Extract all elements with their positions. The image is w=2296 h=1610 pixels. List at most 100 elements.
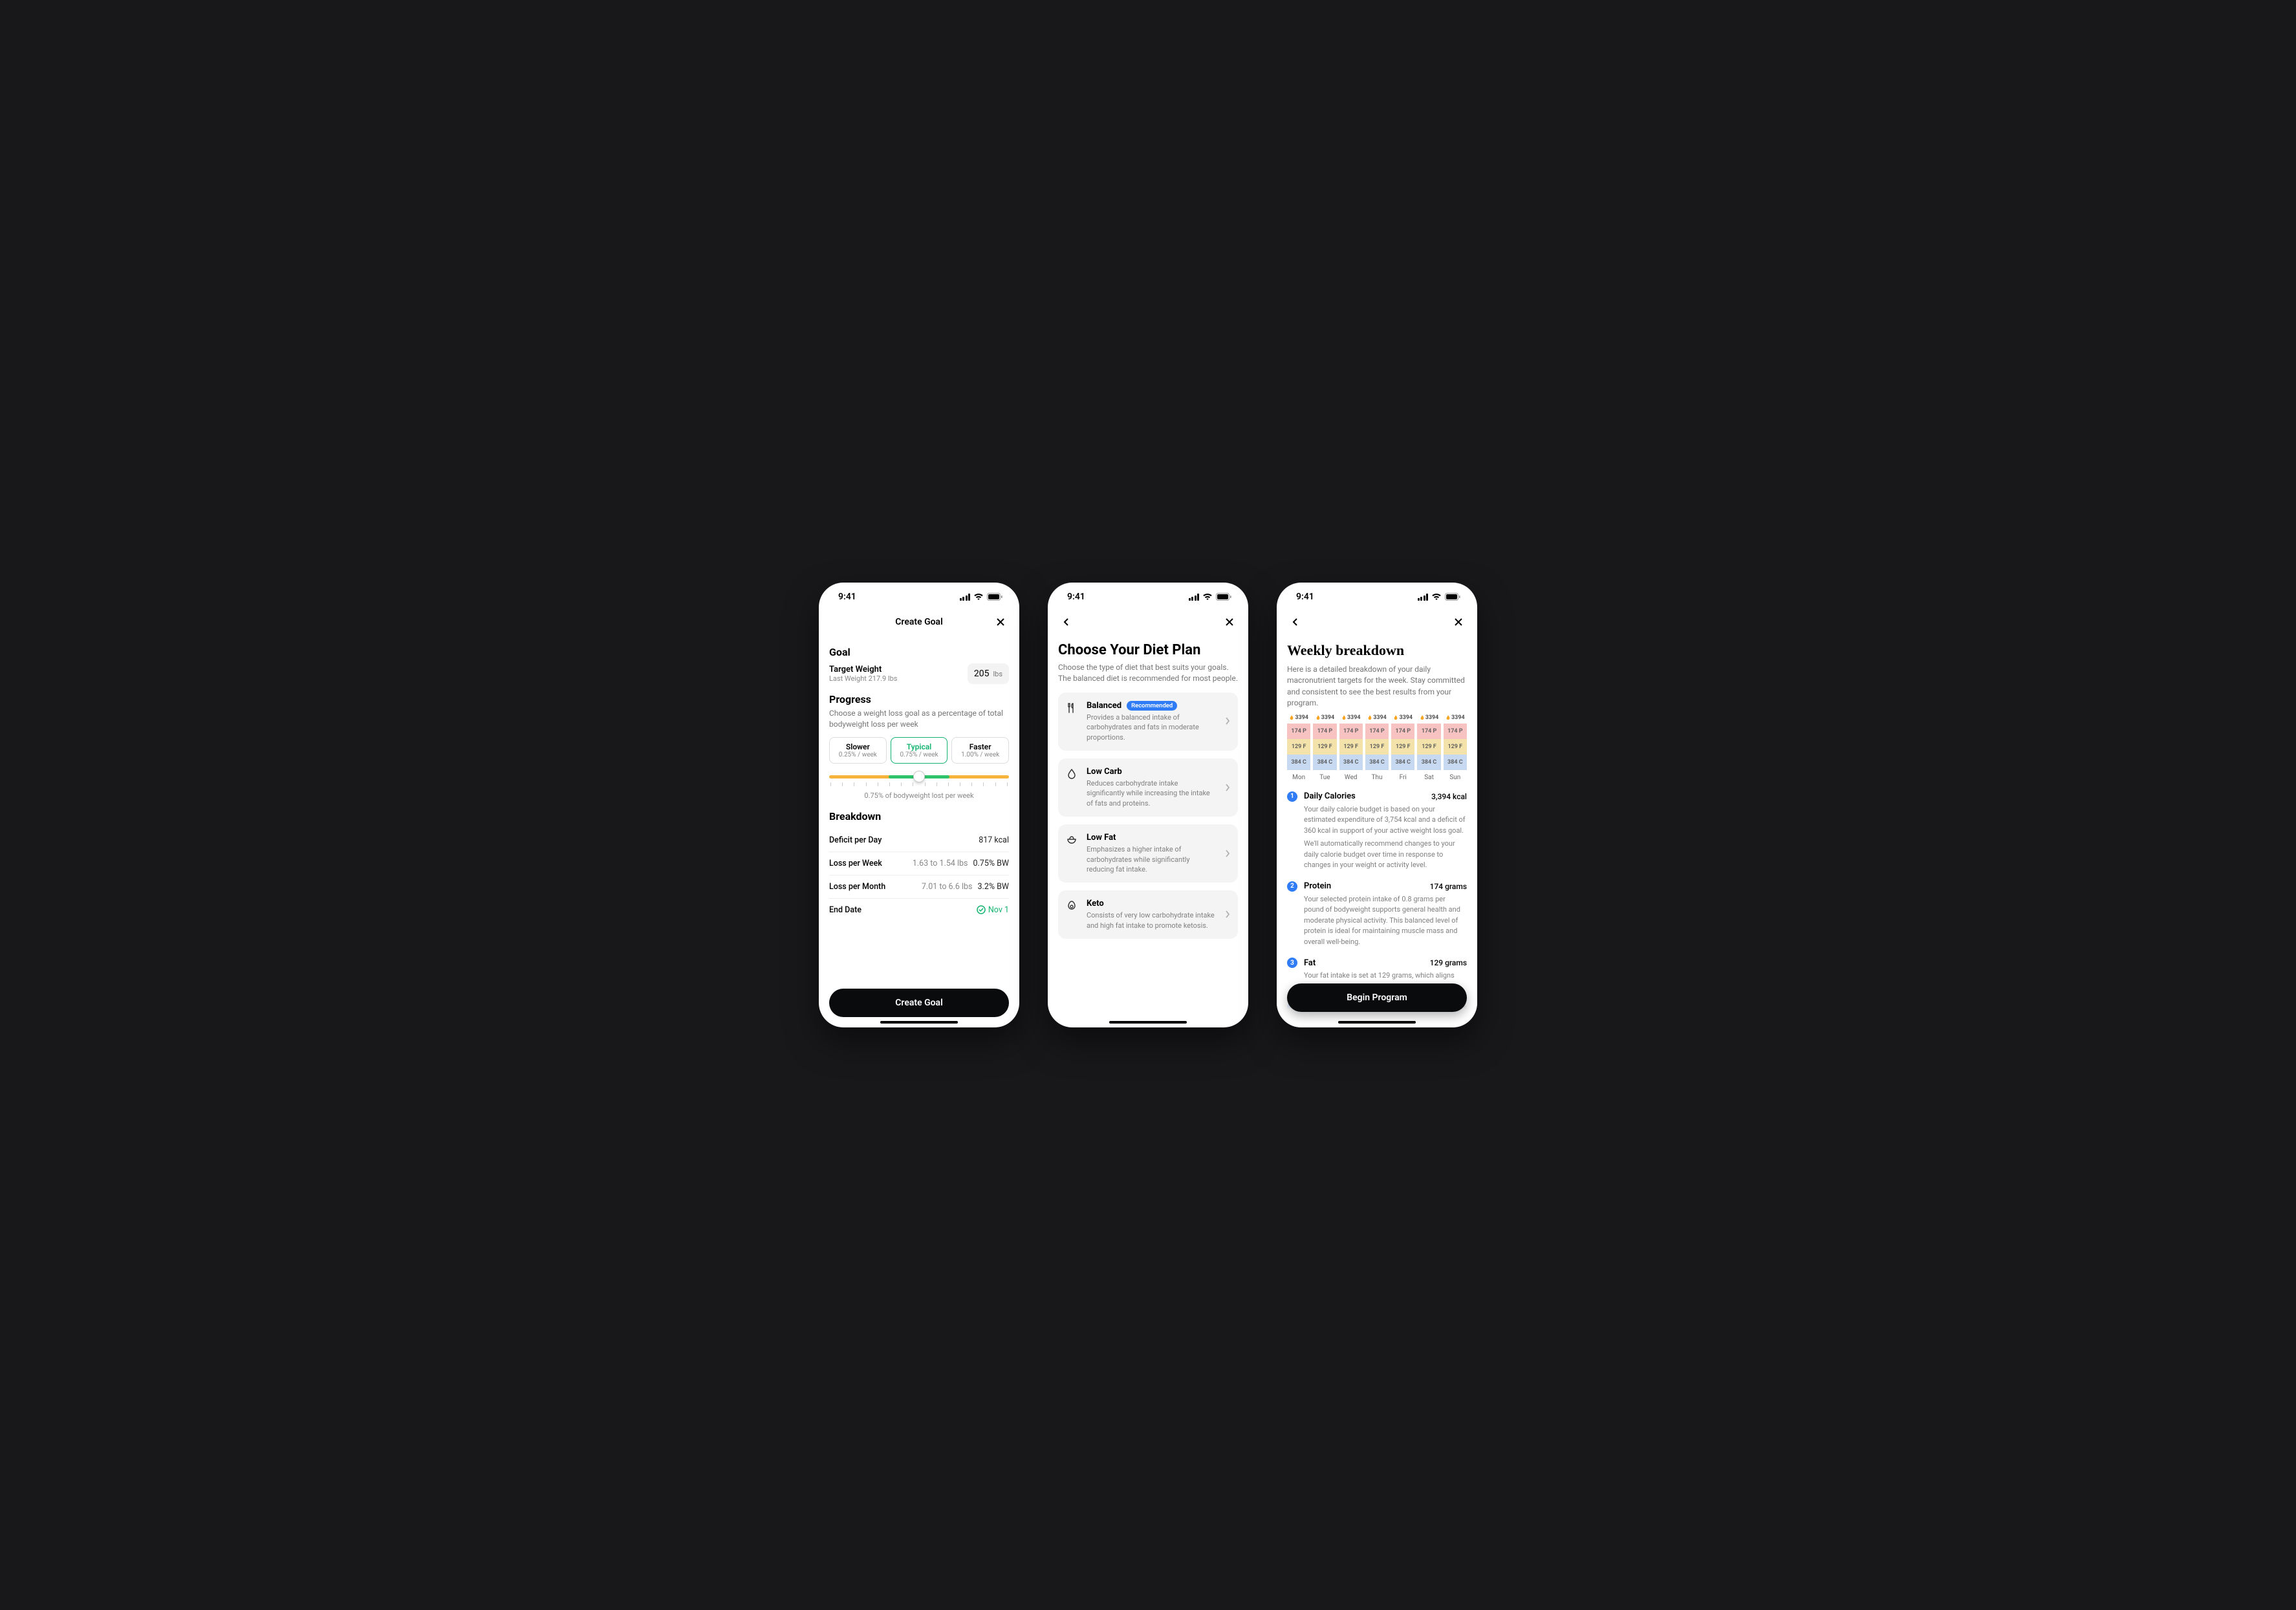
status-time: 9:41	[838, 592, 856, 602]
page-title: Choose Your Diet Plan	[1058, 642, 1238, 658]
day-label: Tue	[1319, 774, 1330, 781]
status-time: 9:41	[1067, 592, 1085, 602]
home-indicator	[880, 1021, 958, 1024]
begin-program-button[interactable]: Begin Program	[1287, 983, 1467, 1012]
fat-cell: 129 F	[1287, 739, 1310, 755]
segment-slower[interactable]: Slower 0.25% / week	[829, 737, 887, 764]
detail-item-protein: 2Protein174 gramsYour selected protein i…	[1287, 881, 1467, 948]
wifi-icon	[973, 593, 984, 601]
plan-low-carb[interactable]: Low Carb Reduces carbohydrate intake sig…	[1058, 758, 1238, 817]
protein-cell: 174 P	[1339, 724, 1363, 739]
detail-value: 174 grams	[1430, 882, 1467, 891]
chevron-right-icon	[1225, 848, 1230, 860]
progress-heading: Progress	[829, 693, 1009, 705]
day-label: Thu	[1371, 774, 1382, 781]
weight-unit: lbs	[993, 670, 1002, 678]
detail-desc: We'll automatically recommend changes to…	[1304, 839, 1467, 871]
plan-keto[interactable]: Keto Consists of very low carbohydrate i…	[1058, 890, 1238, 939]
cellular-icon	[1189, 594, 1200, 601]
week-col-thu: 3394174 P129 F384 CThu	[1365, 714, 1389, 781]
detail-desc: Your selected protein intake of 0.8 gram…	[1304, 894, 1467, 948]
protein-cell: 174 P	[1391, 724, 1414, 739]
number-badge: 2	[1287, 881, 1297, 892]
calories-label: 3394	[1289, 714, 1308, 721]
carb-cell: 384 C	[1313, 755, 1336, 770]
calories-label: 3394	[1367, 714, 1387, 721]
protein-cell: 174 P	[1365, 724, 1389, 739]
plan-low-fat[interactable]: Low Fat Emphasizes a higher intake of ca…	[1058, 824, 1238, 883]
close-icon[interactable]	[1450, 614, 1467, 630]
fat-cell: 129 F	[1313, 739, 1336, 755]
number-badge: 3	[1287, 958, 1297, 968]
salad-icon	[1066, 834, 1079, 846]
target-weight-label: Target Weight	[829, 665, 897, 674]
row-loss-week: Loss per Week 1.63 to 1.54 lbs0.75% BW	[829, 852, 1009, 875]
segment-faster[interactable]: Faster 1.00% / week	[951, 737, 1009, 764]
fat-cell: 129 F	[1339, 739, 1363, 755]
detail-title: Fat	[1304, 958, 1430, 968]
day-label: Fri	[1400, 774, 1407, 781]
calories-label: 3394	[1316, 714, 1335, 721]
detail-value: 129 grams	[1430, 958, 1467, 967]
row-deficit: Deficit per Day 817 kcal	[829, 829, 1009, 852]
rate-slider[interactable]: 0.75% of bodyweight lost per week	[829, 775, 1009, 800]
carb-cell: 384 C	[1339, 755, 1363, 770]
protein-cell: 174 P	[1287, 724, 1310, 739]
row-end-date: End Date Nov 1	[829, 899, 1009, 921]
calories-label: 3394	[1341, 714, 1361, 721]
back-icon[interactable]	[1058, 614, 1075, 630]
page-subtitle: Choose the type of diet that best suits …	[1058, 662, 1238, 685]
back-icon[interactable]	[1287, 614, 1304, 630]
detail-value: 3,394 kcal	[1431, 792, 1467, 801]
drop-icon	[1066, 768, 1079, 780]
protein-cell: 174 P	[1313, 724, 1336, 739]
close-icon[interactable]	[1221, 614, 1238, 630]
carb-cell: 384 C	[1444, 755, 1467, 770]
wifi-icon	[1202, 593, 1213, 601]
day-label: Sun	[1449, 774, 1460, 781]
home-indicator	[1338, 1021, 1416, 1024]
calories-label: 3394	[1393, 714, 1413, 721]
home-indicator	[1109, 1021, 1187, 1024]
nav-title: Create Goal	[895, 617, 942, 627]
last-weight-text: Last Weight 217.9 lbs	[829, 674, 897, 683]
status-bar: 9:41	[819, 583, 1019, 611]
detail-desc: Your daily calorie budget is based on yo…	[1304, 804, 1467, 837]
breakdown-heading: Breakdown	[829, 810, 1009, 822]
chevron-right-icon	[1225, 782, 1230, 794]
chevron-right-icon	[1225, 715, 1230, 727]
nav-bar	[1058, 611, 1238, 633]
slider-thumb[interactable]	[913, 771, 925, 782]
status-bar: 9:41	[1048, 583, 1248, 611]
fat-cell: 129 F	[1444, 739, 1467, 755]
page-subtitle: Here is a detailed breakdown of your dai…	[1287, 664, 1467, 709]
status-time: 9:41	[1296, 592, 1314, 602]
day-label: Wed	[1345, 774, 1358, 781]
day-label: Sat	[1424, 774, 1434, 781]
recommended-badge: Recommended	[1127, 701, 1177, 711]
week-grid: 3394174 P129 F384 CMon3394174 P129 F384 …	[1287, 714, 1467, 781]
close-icon[interactable]	[992, 614, 1009, 630]
battery-icon	[1216, 593, 1231, 601]
week-col-sat: 3394174 P129 F384 CSat	[1417, 714, 1440, 781]
weight-value: 205	[974, 669, 990, 679]
cellular-icon	[960, 594, 971, 601]
battery-icon	[987, 593, 1002, 601]
carb-cell: 384 C	[1391, 755, 1414, 770]
create-goal-button[interactable]: Create Goal	[829, 989, 1009, 1017]
cellular-icon	[1418, 594, 1429, 601]
calories-label: 3394	[1420, 714, 1439, 721]
weight-input[interactable]: 205 lbs	[968, 663, 1009, 684]
segment-typical[interactable]: Typical 0.75% / week	[891, 737, 948, 764]
week-col-wed: 3394 174 P129 F384 C Wed	[1339, 714, 1363, 781]
detail-item-daily-calories: 1Daily Calories3,394 kcalYour daily calo…	[1287, 791, 1467, 871]
week-col-sun: 3394174 P129 F384 CSun	[1444, 714, 1467, 781]
calories-label: 3394	[1446, 714, 1465, 721]
number-badge: 1	[1287, 791, 1297, 802]
phone-weekly-breakdown: 9:41 Weekly breakdown Here is a detailed…	[1277, 583, 1477, 1027]
goal-heading: Goal	[829, 646, 1009, 658]
plan-balanced[interactable]: Balanced Recommended Provides a balanced…	[1058, 692, 1238, 751]
carb-cell: 384 C	[1417, 755, 1440, 770]
egg-icon	[1066, 900, 1079, 912]
progress-subtext: Choose a weight loss goal as a percentag…	[829, 708, 1009, 731]
